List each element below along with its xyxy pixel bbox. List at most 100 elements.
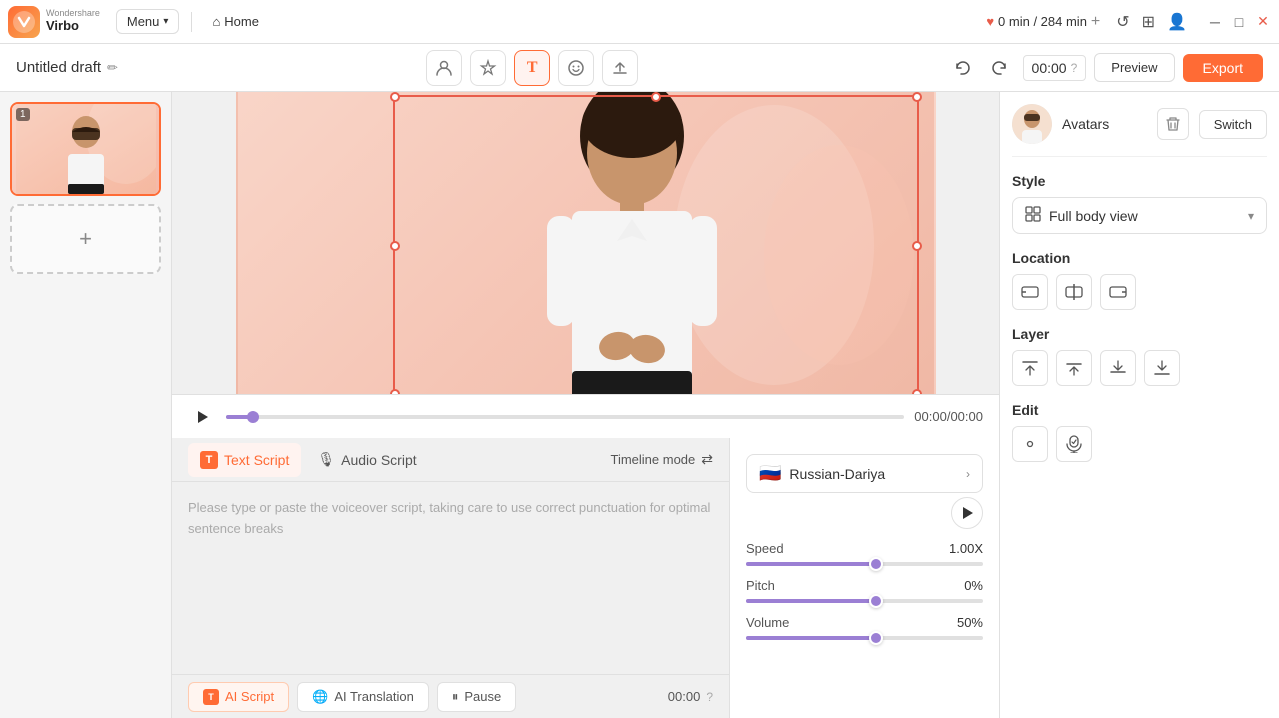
preview-button[interactable]: Preview [1094, 53, 1174, 82]
pitch-value: 0% [964, 578, 983, 593]
home-button[interactable]: ⌂ Home [204, 10, 267, 33]
script-content: Please type or paste the voiceover scrip… [172, 482, 729, 718]
pause-label: Pause [464, 689, 501, 704]
draft-title-text: Untitled draft [16, 59, 101, 76]
canvas[interactable] [236, 92, 936, 394]
avatar-section-header: Avatars Switch [1012, 104, 1267, 157]
time-display-value: 00:00 [1032, 60, 1067, 76]
edit-title-icon[interactable]: ✏ [107, 60, 118, 76]
edit-appearance-button[interactable] [1012, 426, 1048, 462]
subtitle-tools: T [426, 50, 638, 86]
volume-thumb[interactable] [869, 631, 883, 645]
export-button[interactable]: Export [1183, 54, 1263, 82]
minimize-button[interactable]: ─ [1207, 14, 1223, 30]
history-icon[interactable]: ↺ [1116, 12, 1129, 32]
speed-thumb[interactable] [869, 557, 883, 571]
voice-selector[interactable]: 🇷🇺 Russian-Dariya › [746, 454, 983, 493]
avatar-tool-btn[interactable] [426, 50, 462, 86]
pause-icon: ⏸ [452, 689, 459, 705]
avatar-canvas [517, 92, 747, 394]
handle-tr[interactable] [912, 92, 922, 102]
script-footer: T AI Script 🌐 AI Translation ⏸ Pause [172, 674, 729, 718]
text-script-editor[interactable]: Please type or paste the voiceover scrip… [172, 482, 729, 674]
style-dropdown[interactable]: Full body view ▾ [1012, 197, 1267, 234]
ai-translation-button[interactable]: 🌐 AI Translation [297, 682, 429, 712]
volume-slider[interactable] [746, 636, 983, 640]
audio-script-icon: 🎙 [317, 451, 335, 468]
ai-script-button[interactable]: T AI Script [188, 682, 289, 712]
redo-button[interactable] [983, 52, 1015, 84]
pitch-fill [746, 599, 876, 603]
time-counter: 00:00/00:00 [914, 409, 983, 424]
menu-button[interactable]: Menu ▾ [116, 9, 180, 34]
sticker-tool-btn[interactable] [558, 50, 594, 86]
close-button[interactable]: ✕ [1255, 14, 1271, 30]
speed-slider[interactable] [746, 562, 983, 566]
edit-section: Edit [1012, 402, 1267, 462]
upload-tool-btn[interactable] [602, 50, 638, 86]
timeline-track[interactable] [226, 415, 904, 419]
main-content: 1 [0, 92, 1279, 718]
ai-script-icon: T [203, 689, 219, 705]
time-total: 00:00 [950, 409, 983, 424]
home-label: Home [224, 14, 259, 29]
style-section-title: Style [1012, 173, 1267, 189]
handle-tl[interactable] [390, 92, 400, 102]
timeline-mode-toggle[interactable]: Timeline mode ⇄ [610, 451, 713, 468]
logo-label: Virbo [46, 19, 100, 33]
script-tabs: T Text Script 🎙 Audio Script Timeline mo… [172, 438, 729, 482]
handle-ml[interactable] [390, 241, 400, 251]
grid-icon[interactable]: ⊞ [1142, 12, 1155, 32]
align-left-button[interactable] [1012, 274, 1048, 310]
speed-control: Speed 1.00X [746, 541, 983, 566]
edit-voice-button[interactable] [1056, 426, 1092, 462]
canvas-wrapper [172, 92, 999, 394]
layer-down-button[interactable] [1100, 350, 1136, 386]
maximize-button[interactable]: □ [1231, 14, 1247, 30]
bg-decoration-2 [764, 145, 914, 365]
handle-bl[interactable] [390, 389, 400, 394]
pitch-thumb[interactable] [869, 594, 883, 608]
layer-to-bottom-button[interactable] [1144, 350, 1180, 386]
volume-label: Volume [746, 615, 789, 630]
pause-button[interactable]: ⏸ Pause [437, 682, 516, 712]
edit-controls [1012, 426, 1267, 462]
align-right-button[interactable] [1100, 274, 1136, 310]
voice-preview-button[interactable] [951, 497, 983, 529]
time-help-icon: ? [1071, 61, 1078, 75]
voice-chevron-icon: › [966, 467, 970, 481]
add-slide-button[interactable]: + [10, 204, 161, 274]
undo-button[interactable] [947, 52, 979, 84]
location-controls [1012, 274, 1267, 310]
delete-avatar-button[interactable] [1157, 108, 1189, 140]
timeline-thumb[interactable] [247, 411, 259, 423]
text-tool-btn[interactable]: T [514, 50, 550, 86]
location-section-title: Location [1012, 250, 1267, 266]
ai-translation-icon: 🌐 [312, 689, 328, 705]
slide-item-1[interactable]: 1 [10, 102, 161, 196]
profile-icon[interactable]: 👤 [1167, 12, 1187, 32]
align-center-button[interactable] [1056, 274, 1092, 310]
switch-button[interactable]: Switch [1199, 110, 1267, 139]
add-time-icon[interactable]: + [1091, 13, 1100, 31]
avatar-thumbnail [1012, 104, 1052, 144]
undo-redo-controls [947, 52, 1015, 84]
right-sidebar: Avatars Switch Style Full body view ▾ Lo… [999, 92, 1279, 718]
speed-value: 1.00X [949, 541, 983, 556]
effects-tool-btn[interactable] [470, 50, 506, 86]
logo-icon [8, 6, 40, 38]
tab-audio-script[interactable]: 🎙 Audio Script [305, 443, 428, 476]
style-icon [1025, 206, 1041, 225]
style-chevron-icon: ▾ [1248, 209, 1254, 223]
play-button[interactable] [188, 403, 216, 431]
script-placeholder: Please type or paste the voiceover scrip… [188, 498, 713, 540]
heart-icon: ♥ [986, 14, 994, 29]
layer-section: Layer [1012, 326, 1267, 386]
tab-text-script[interactable]: T Text Script [188, 443, 301, 477]
handle-br[interactable] [912, 389, 922, 394]
layer-to-top-button[interactable] [1012, 350, 1048, 386]
layer-up-button[interactable] [1056, 350, 1092, 386]
time-value: 0 min / 284 min [998, 14, 1087, 29]
pitch-slider[interactable] [746, 599, 983, 603]
draft-title-area: Untitled draft ✏ [16, 59, 118, 76]
